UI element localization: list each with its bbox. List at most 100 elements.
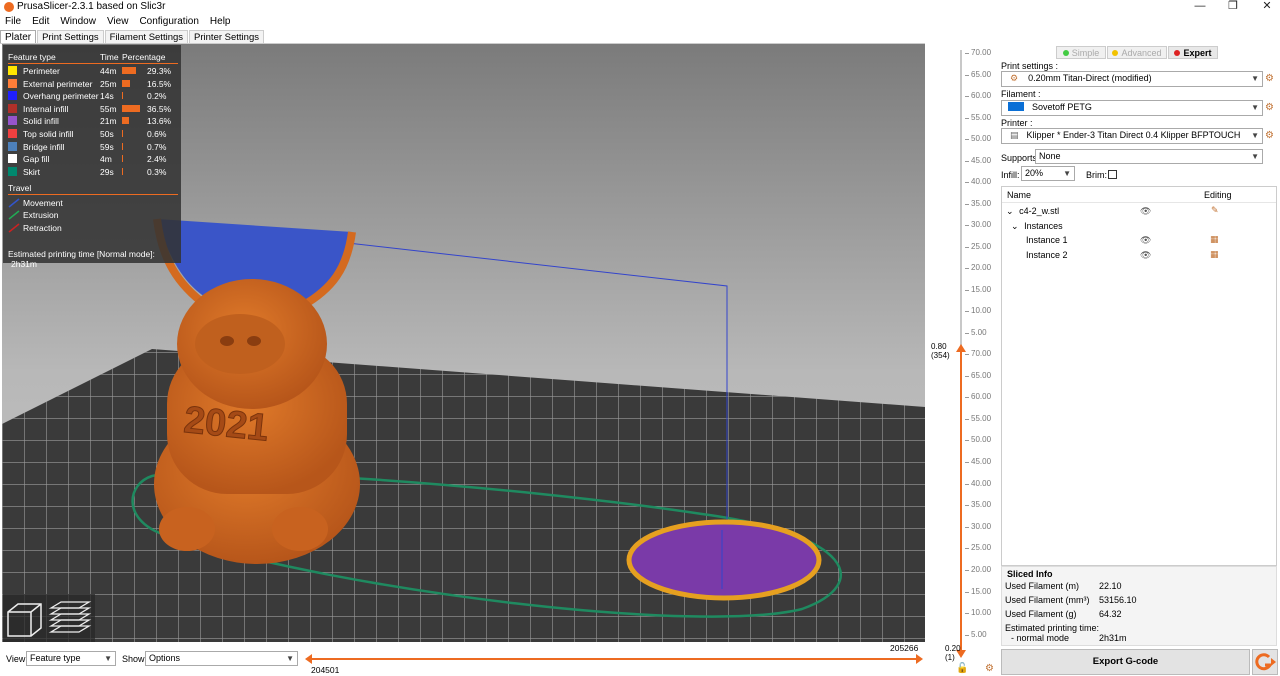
layer-tick-label: 65.00 (971, 69, 992, 79)
layer-tick-label: 5.00 (971, 327, 987, 337)
mode-expert-button[interactable]: Expert (1168, 46, 1218, 59)
infill-select[interactable]: 20% ▼ (1021, 166, 1075, 181)
percentage-bar (122, 117, 129, 124)
percentage-bar (122, 92, 123, 99)
eye-icon[interactable]: 👁 (1140, 235, 1151, 246)
layer-tick-label: 25.00 (971, 543, 992, 553)
print-settings-label: Print settings : (1001, 61, 1059, 71)
color-swatch (8, 116, 17, 125)
filament-select[interactable]: Sovetoff PETG ▼ (1001, 100, 1263, 116)
layers-view-icon (48, 601, 92, 633)
percentage-bar (122, 143, 123, 150)
hslider-left-value: 204501 (311, 665, 340, 675)
eye-icon[interactable]: 👁 (1140, 250, 1151, 261)
close-button[interactable]: ✕ (1247, 0, 1280, 14)
send-gcode-button[interactable] (1252, 649, 1278, 675)
chevron-down-icon: ▼ (1251, 131, 1259, 140)
legend-row-perimeter: Perimeter 44m 29.3% (8, 65, 178, 77)
menu-view[interactable]: View (102, 15, 135, 29)
layer-tick-mark (965, 96, 969, 97)
mode-advanced-button[interactable]: Advanced (1107, 46, 1167, 59)
edit-icon[interactable]: ✎ (1211, 205, 1219, 216)
legend-header-time: Time (100, 52, 119, 62)
percentage-bar (122, 130, 123, 137)
menu-bar: File Edit Window View Configuration Help (0, 15, 1280, 29)
layer-tick-label: 15.00 (971, 586, 992, 596)
travel-line-icon (8, 198, 20, 208)
layer-tick-mark (965, 591, 969, 593)
travel-line-icon (8, 210, 20, 220)
layer-tick-mark (965, 74, 969, 76)
horizontal-slider[interactable] (305, 653, 923, 665)
layer-tick-label: 20.00 (971, 263, 992, 272)
layer-tick-label: 55.00 (971, 112, 992, 122)
column-name[interactable]: Name (1007, 190, 1031, 200)
lower-layer-number: (1) (945, 653, 955, 662)
export-gcode-button[interactable]: Export G-code (1001, 649, 1250, 675)
chevron-down-icon: ▼ (1251, 74, 1259, 83)
layer-tick-mark (965, 203, 969, 205)
instance-edit-icon[interactable]: ▦ (1210, 249, 1219, 260)
layer-tick-label: 55.00 (971, 413, 992, 423)
print-settings-select[interactable]: ⚙ 0.20mm Titan-Direct (modified) ▼ (1001, 71, 1263, 87)
layer-slider[interactable]: 70.00 65.00 60.00 55.00 50.00 45.00 40.00 35.00… (925, 44, 1000, 676)
layer-tick-label: 40.00 (971, 177, 992, 186)
instance-2-row[interactable]: Instance 2 (1026, 250, 1068, 260)
layer-tick-label: 30.00 (971, 521, 992, 531)
printer-select[interactable]: ▤ Klipper * Ender-3 Titan Direct 0.4 Klip… (1001, 128, 1263, 144)
tab-print-settings[interactable]: Print Settings (37, 30, 104, 43)
menu-edit[interactable]: Edit (27, 15, 55, 29)
instance-1-row[interactable]: Instance 1 (1026, 235, 1068, 245)
legend-row-gap-fill: Gap fill 4m 2.4% (8, 153, 178, 165)
chevron-down-icon[interactable]: ⌄ (1006, 206, 1014, 216)
chevron-down-icon[interactable]: ⌄ (1011, 221, 1019, 231)
menu-configuration[interactable]: Configuration (134, 15, 204, 29)
menu-file[interactable]: File (0, 15, 27, 29)
tab-filament-settings[interactable]: Filament Settings (104, 30, 189, 43)
gear-icon[interactable]: ⚙ (1265, 102, 1274, 113)
layer-tick-mark (965, 526, 969, 528)
object-list: Name Editing ⌄ c4-2_w.stl 👁 ✎ ⌄ Instance… (1001, 186, 1277, 566)
gear-icon[interactable]: ⚙ (985, 663, 994, 674)
legend-separator (8, 63, 178, 64)
legend-row-top-solid-infill: Top solid infill 50s 0.6% (8, 128, 178, 140)
layer-tick-mark (965, 268, 969, 269)
supports-select[interactable]: None ▼ (1035, 149, 1263, 164)
layer-tick-mark (965, 397, 969, 399)
eye-icon[interactable]: 👁 (1140, 206, 1151, 217)
filament-label: Filament : (1001, 89, 1041, 99)
legend-estimated-time: Estimated printing time [Normal mode]: 2… (8, 249, 155, 269)
color-swatch (8, 142, 17, 151)
instance-2-disc (626, 519, 822, 601)
print-profile-icon: ⚙ (1010, 73, 1019, 83)
instances-row[interactable]: ⌄ Instances (1011, 221, 1063, 232)
layer-tick-mark (965, 418, 969, 420)
tab-printer-settings[interactable]: Printer Settings (189, 30, 264, 43)
gear-icon[interactable]: ⚙ (1265, 73, 1274, 84)
column-editing[interactable]: Editing (1204, 190, 1232, 200)
menu-help[interactable]: Help (205, 15, 237, 29)
layer-tick-label: 60.00 (971, 392, 992, 402)
layer-tick-label: 45.00 (971, 155, 992, 165)
legend-header-percentage: Percentage (122, 52, 166, 62)
lock-icon[interactable]: 🔓 (956, 663, 968, 674)
layer-tick-label: 70.00 (971, 349, 992, 358)
legend-row-skirt: Skirt 29s 0.3% (8, 166, 178, 178)
show-label: Show (122, 654, 145, 664)
legend-header-feature: Feature type (8, 52, 56, 62)
instance-edit-icon[interactable]: ▦ (1210, 234, 1219, 245)
view-type-select[interactable]: Feature type ▼ (26, 651, 116, 666)
printer-label: Printer : (1001, 118, 1033, 128)
mode-simple-button[interactable]: Simple (1056, 46, 1106, 59)
layer-tick-mark (965, 483, 969, 485)
layer-tick-mark (965, 613, 969, 615)
menu-window[interactable]: Window (55, 15, 102, 29)
layer-tick-mark (965, 160, 969, 162)
gear-icon[interactable]: ⚙ (1265, 130, 1274, 141)
layer-tick-label: 20.00 (971, 565, 992, 574)
layer-tick-mark (965, 354, 969, 355)
brim-checkbox[interactable] (1108, 170, 1117, 179)
show-options-select[interactable]: Options ▼ (145, 651, 298, 666)
layer-tick-mark (965, 570, 969, 571)
tab-plater[interactable]: Plater (0, 30, 37, 43)
